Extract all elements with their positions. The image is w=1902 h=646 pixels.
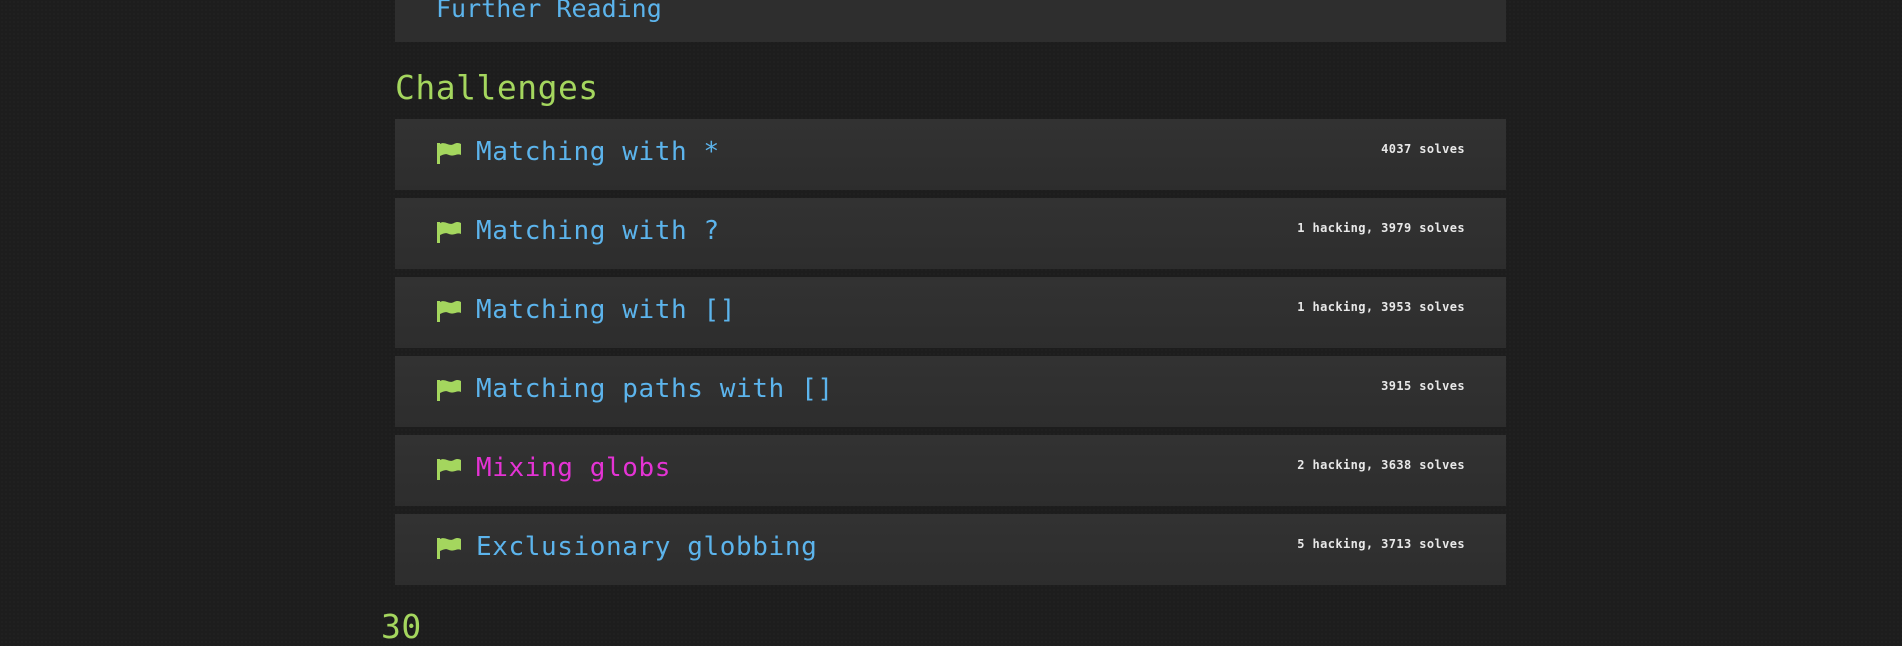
flag-icon bbox=[437, 459, 461, 480]
challenge-name[interactable]: Exclusionary globbing bbox=[476, 532, 817, 562]
further-reading-card[interactable]: Further Reading bbox=[395, 0, 1506, 42]
challenge-item[interactable]: Matching with [] 1 hacking, 3953 solves bbox=[395, 277, 1506, 348]
flag-icon bbox=[437, 380, 461, 401]
challenge-solves: 1 hacking, 3979 solves bbox=[1297, 221, 1465, 235]
flag-icon bbox=[437, 222, 461, 243]
challenge-item[interactable]: Exclusionary globbing 5 hacking, 3713 so… bbox=[395, 514, 1506, 585]
flag-icon bbox=[437, 143, 461, 164]
challenge-name[interactable]: Matching paths with [] bbox=[476, 374, 834, 404]
further-reading-link[interactable]: Further Reading bbox=[436, 0, 662, 23]
challenge-item[interactable]: Matching paths with [] 3915 solves bbox=[395, 356, 1506, 427]
challenge-name[interactable]: Mixing globs bbox=[476, 453, 671, 483]
challenge-solves: 4037 solves bbox=[1381, 142, 1465, 156]
challenge-name[interactable]: Matching with ? bbox=[476, 216, 720, 246]
flag-icon bbox=[437, 301, 461, 322]
challenges-heading: Challenges bbox=[395, 68, 599, 107]
challenge-item[interactable]: Matching with ? 1 hacking, 3979 solves bbox=[395, 198, 1506, 269]
challenge-item[interactable]: Matching with * 4037 solves bbox=[395, 119, 1506, 190]
challenge-name[interactable]: Matching with * bbox=[476, 137, 720, 167]
challenge-solves: 3915 solves bbox=[1381, 379, 1465, 393]
challenge-name[interactable]: Matching with [] bbox=[476, 295, 736, 325]
challenge-solves: 1 hacking, 3953 solves bbox=[1297, 300, 1465, 314]
challenge-solves: 2 hacking, 3638 solves bbox=[1297, 458, 1465, 472]
flag-icon bbox=[437, 538, 461, 559]
next-section-heading: 30 bbox=[381, 607, 422, 646]
challenge-solves: 5 hacking, 3713 solves bbox=[1297, 537, 1465, 551]
challenge-item[interactable]: Mixing globs 2 hacking, 3638 solves bbox=[395, 435, 1506, 506]
